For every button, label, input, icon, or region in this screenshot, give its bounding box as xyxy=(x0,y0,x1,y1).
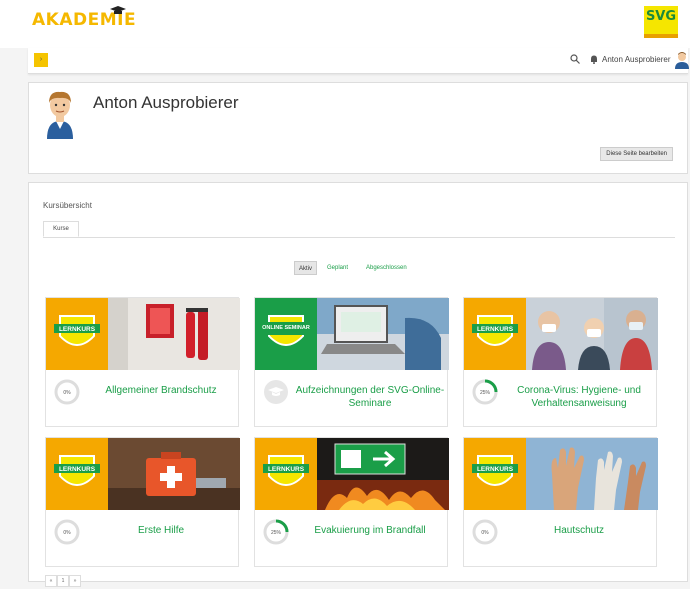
pagination: « 1 » xyxy=(45,575,81,589)
course-title[interactable]: Allgemeiner Brandschutz xyxy=(86,384,236,397)
course-image[interactable]: LERNKURS xyxy=(464,438,658,510)
course-title[interactable]: Erste Hilfe xyxy=(86,524,236,537)
svg-logo[interactable]: SVG xyxy=(644,6,678,38)
filter-planned[interactable]: Geplant xyxy=(323,261,352,275)
profile-avatar xyxy=(47,91,73,139)
progress-label: 25% xyxy=(480,390,491,396)
course-badge: ONLINE SEMINAR xyxy=(262,325,310,331)
graduation-cap-icon xyxy=(264,380,288,404)
filter-completed[interactable]: Abgeschlossen xyxy=(362,261,411,275)
section-title: Kursübersicht xyxy=(43,201,92,210)
progress-label: 0% xyxy=(481,530,489,536)
pager-page[interactable]: 1 xyxy=(57,575,69,587)
progress-ring: 25% xyxy=(472,379,498,405)
bell-icon[interactable] xyxy=(589,54,599,64)
pager-next[interactable]: » xyxy=(69,575,81,587)
progress-label: 0% xyxy=(63,530,71,536)
course-title[interactable]: Corona-Virus: Hygiene- und Verhaltensanw… xyxy=(504,384,654,410)
tab-divider xyxy=(43,237,675,238)
page-header: Anton Ausprobierer Diese Seite bearbeite… xyxy=(28,82,688,174)
avatar-icon[interactable] xyxy=(674,51,690,69)
search-icon[interactable] xyxy=(570,54,580,64)
course-badge: LERNKURS xyxy=(268,466,305,473)
course-image[interactable]: LERNKURS xyxy=(255,438,449,510)
course-overview: Kursübersicht Kurse Aktiv Geplant Abgesc… xyxy=(28,182,688,587)
brand-bar: AKADEMIE SVG xyxy=(0,0,690,48)
course-card[interactable]: LERNKURS 0% Erste Hilfe xyxy=(45,437,240,567)
progress-label: 25% xyxy=(271,530,282,536)
course-badge: LERNKURS xyxy=(59,466,96,473)
course-card[interactable]: LERNKURS 25% Evakuierung im Brandfall xyxy=(254,437,449,567)
hamburger-icon[interactable]: › xyxy=(34,53,48,67)
course-card[interactable]: ONLINE SEMINAR Aufzeichnungen der SVG-On… xyxy=(254,297,449,427)
filter-active[interactable]: Aktiv xyxy=(294,261,318,275)
graduation-cap-icon xyxy=(110,6,126,14)
course-card[interactable]: LERNKURS 0% Hautschutz xyxy=(463,437,658,567)
progress-ring: 0% xyxy=(472,519,498,545)
course-image[interactable]: LERNKURS xyxy=(46,298,240,370)
course-title[interactable]: Aufzeichnungen der SVG-Online-Seminare xyxy=(295,384,445,410)
pager-prev[interactable]: « xyxy=(45,575,57,587)
course-badge: LERNKURS xyxy=(59,326,96,333)
course-title[interactable]: Evakuierung im Brandfall xyxy=(295,524,445,537)
page-title: Anton Ausprobierer xyxy=(93,93,239,112)
course-image[interactable]: LERNKURS xyxy=(464,298,658,370)
course-title[interactable]: Hautschutz xyxy=(504,524,654,537)
progress-ring: 0% xyxy=(54,519,80,545)
course-image[interactable]: ONLINE SEMINAR xyxy=(255,298,449,370)
course-badge: LERNKURS xyxy=(477,466,514,473)
course-card[interactable]: LERNKURS 0% Allgemeiner Brandschutz xyxy=(45,297,240,427)
top-navbar: › Anton Ausprobierer ▼ xyxy=(28,48,690,74)
progress-label: 0% xyxy=(63,390,71,396)
course-image[interactable]: LERNKURS xyxy=(46,438,240,510)
course-card[interactable]: LERNKURS 25% Corona-Virus: Hygiene- und … xyxy=(463,297,658,427)
tab-courses[interactable]: Kurse xyxy=(43,221,79,237)
edit-page-button[interactable]: Diese Seite bearbeiten xyxy=(600,147,673,161)
user-menu-name[interactable]: Anton Ausprobierer xyxy=(602,55,671,64)
progress-ring: 0% xyxy=(54,379,80,405)
progress-ring: 25% xyxy=(263,519,289,545)
course-badge: LERNKURS xyxy=(477,326,514,333)
